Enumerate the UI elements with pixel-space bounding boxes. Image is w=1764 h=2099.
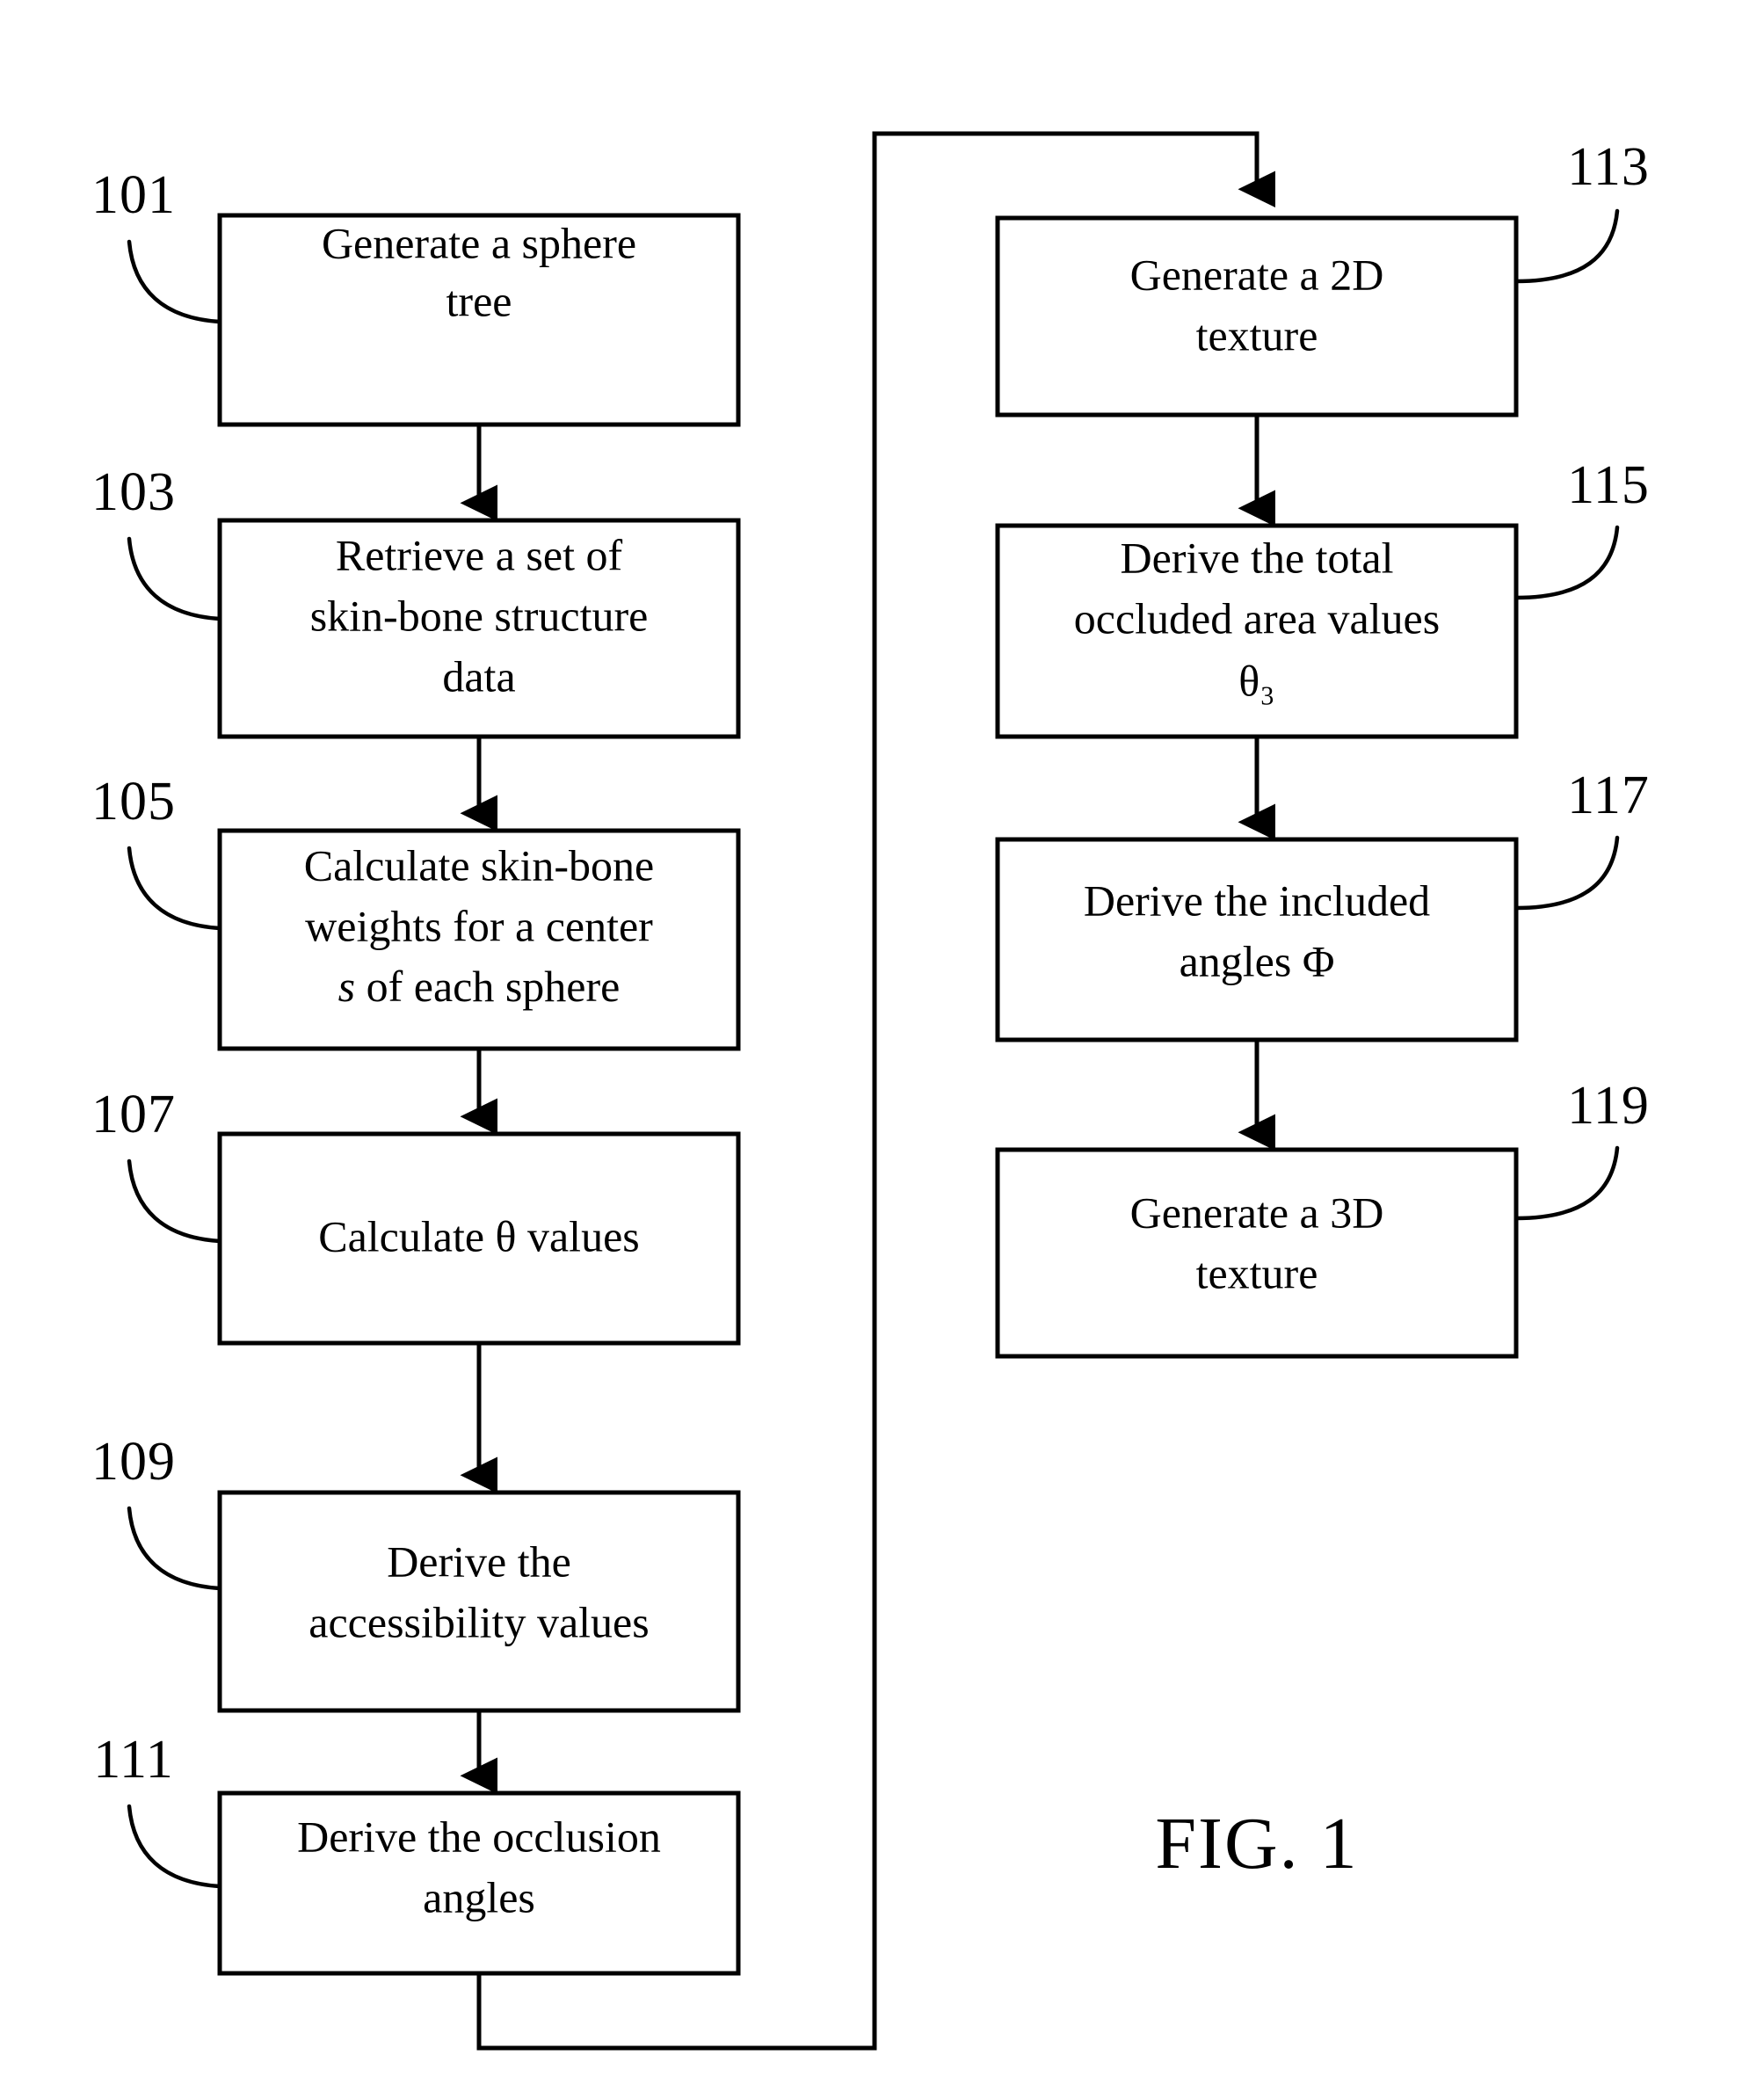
leader-line-117 xyxy=(1514,835,1620,911)
ref-number-113: 113 xyxy=(1567,137,1650,197)
process-box-109: Derive the accessibility values xyxy=(217,1490,741,1713)
figure-caption: FIG. 1 xyxy=(1155,1803,1358,1885)
box-111-line-0: Derive the occlusion xyxy=(297,1812,661,1861)
ref-number-107: 107 xyxy=(91,1085,176,1144)
ref-number-103: 103 xyxy=(91,462,176,522)
ref-label-101-group: 101 xyxy=(91,165,222,324)
process-box-101: Generate a sphere tree xyxy=(217,213,741,427)
box-109-line-1: accessibility values xyxy=(309,1597,649,1646)
box-113-line-0: Generate a 2D xyxy=(1130,250,1384,299)
box-113-line-1: texture xyxy=(1196,310,1318,360)
process-box-113: Generate a 2D texture xyxy=(995,215,1519,418)
box-105-line-2: s of each sphere xyxy=(338,962,621,1011)
ref-number-117: 117 xyxy=(1567,766,1650,825)
box-101-line-1: tree xyxy=(446,276,512,325)
process-box-105: Calculate skin-bone weights for a center… xyxy=(217,828,741,1051)
box-103-line-1: skin-bone structure xyxy=(310,591,649,640)
ref-label-105-group: 105 xyxy=(91,772,222,931)
box-119-line-1: texture xyxy=(1196,1248,1318,1297)
process-box-111: Derive the occlusion angles xyxy=(217,1790,741,1976)
process-box-115: Derive the total occluded area values θ₃ xyxy=(995,523,1519,739)
process-box-107: Calculate θ values xyxy=(217,1131,741,1346)
leader-line-103 xyxy=(127,536,222,621)
box-105-line-1: weights for a center xyxy=(305,901,653,950)
leader-line-105 xyxy=(127,846,222,931)
box-109-line-0: Derive the xyxy=(387,1536,571,1586)
box-103-line-0: Retrieve a set of xyxy=(336,530,623,579)
box-119-line-0: Generate a 3D xyxy=(1130,1187,1384,1237)
ref-label-119-group: 119 xyxy=(1514,1076,1650,1221)
ref-number-101: 101 xyxy=(91,165,176,225)
box-115-line-0: Derive the total xyxy=(1121,533,1394,582)
ref-label-107-group: 107 xyxy=(91,1085,222,1244)
ref-number-111: 111 xyxy=(93,1730,173,1790)
box-117-line-1: angles Φ xyxy=(1180,936,1335,985)
box-111-line-1: angles xyxy=(423,1872,535,1921)
leader-line-109 xyxy=(127,1506,222,1591)
box-103-line-2: data xyxy=(442,651,515,701)
process-box-117: Derive the included angles Φ xyxy=(995,837,1519,1042)
leader-line-115 xyxy=(1514,525,1620,600)
process-box-119: Generate a 3D texture xyxy=(995,1147,1519,1359)
ref-label-111-group: 111 xyxy=(93,1730,222,1889)
ref-number-115: 115 xyxy=(1567,455,1650,515)
ref-label-117-group: 117 xyxy=(1514,766,1650,911)
box-101-line-0: Generate a sphere xyxy=(322,218,636,267)
patent-figure-page: Generate a sphere tree 101 Retrieve a se… xyxy=(0,0,1764,2099)
box-105-line-2-rest: of each sphere xyxy=(355,962,620,1011)
ref-label-115-group: 115 xyxy=(1514,455,1650,600)
box-115-line-1: occluded area values xyxy=(1074,593,1440,643)
process-box-103: Retrieve a set of skin-bone structure da… xyxy=(217,518,741,739)
leader-line-107 xyxy=(127,1158,222,1244)
leader-line-111 xyxy=(127,1804,222,1889)
box-117-line-0: Derive the included xyxy=(1084,875,1430,925)
ref-label-109-group: 109 xyxy=(91,1432,222,1591)
box-115-line-2: θ₃ xyxy=(1238,656,1274,705)
ref-label-113-group: 113 xyxy=(1514,137,1650,284)
leader-line-113 xyxy=(1514,208,1620,284)
box-105-italic-s: s xyxy=(338,962,355,1011)
ref-number-109: 109 xyxy=(91,1432,176,1492)
box-105-line-0: Calculate skin-bone xyxy=(304,840,655,890)
ref-number-119: 119 xyxy=(1567,1076,1650,1136)
flowchart-svg: Generate a sphere tree 101 Retrieve a se… xyxy=(91,131,1650,2051)
ref-number-105: 105 xyxy=(91,772,176,832)
box-107-line-0: Calculate θ values xyxy=(318,1211,639,1260)
ref-label-103-group: 103 xyxy=(91,462,222,621)
leader-line-119 xyxy=(1514,1145,1620,1221)
leader-line-101 xyxy=(127,239,222,324)
